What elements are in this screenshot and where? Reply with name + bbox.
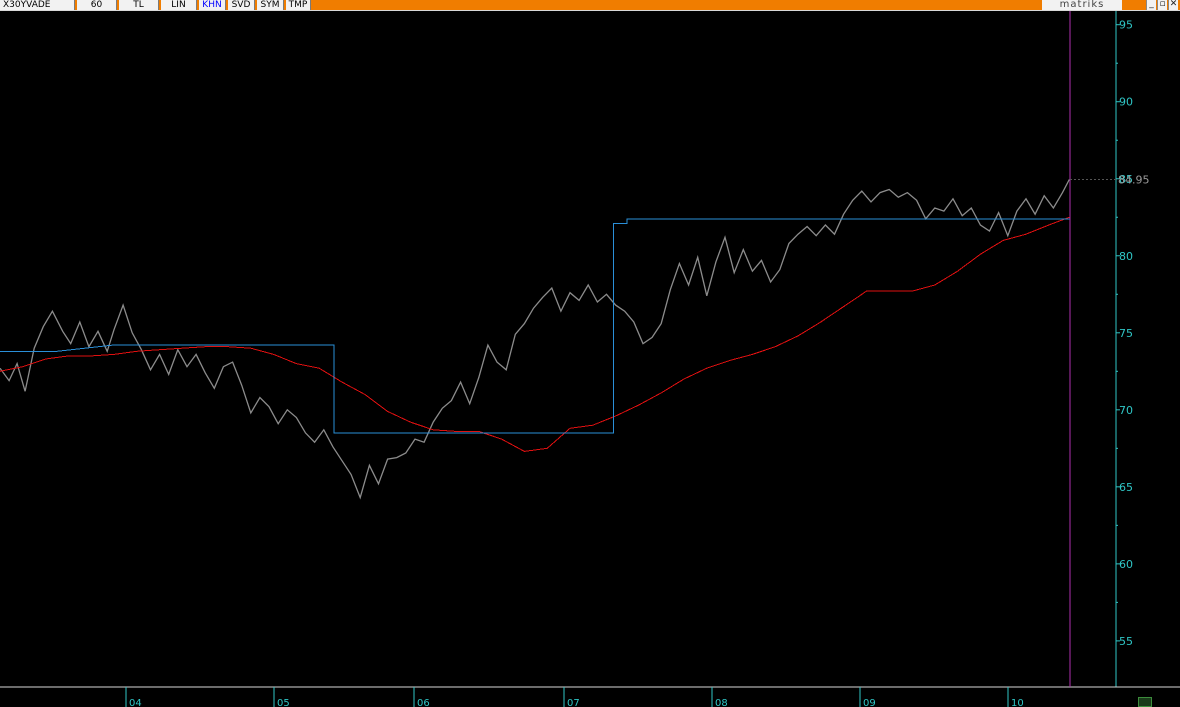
x-tick-label: 05 — [277, 698, 290, 707]
minimize-icon[interactable]: _ — [1146, 0, 1156, 10]
y-tick-label: 95 — [1119, 19, 1133, 32]
mode-field[interactable]: KHN — [199, 0, 226, 10]
y-tick-label: 80 — [1119, 250, 1133, 263]
currency-field[interactable]: TL — [119, 0, 159, 10]
price-chart: 556065707580859095 04 05 06 07 08 09 10 84.95 — [0, 11, 1180, 707]
x-axis-ticks: 04 05 06 07 08 09 10 — [125, 687, 1024, 707]
x-tick-label: 07 — [567, 698, 580, 707]
chart-series — [0, 179, 1070, 500]
x-tick-label: 10 — [1011, 698, 1024, 707]
period-field[interactable]: 60 — [77, 0, 117, 10]
y-tick-label: 70 — [1119, 404, 1133, 417]
y-tick-label: 75 — [1119, 327, 1133, 340]
x-tick-label: 08 — [715, 698, 728, 707]
last-value-label: 84.95 — [1118, 174, 1150, 187]
tmp-button[interactable]: TMP — [286, 0, 311, 10]
restore-icon[interactable]: ▫ — [1157, 0, 1167, 10]
y-tick-label: 55 — [1119, 635, 1133, 648]
y-tick-label: 60 — [1119, 558, 1133, 571]
close-icon[interactable]: ✕ — [1168, 0, 1178, 10]
blue-indicator-line — [0, 218, 1070, 434]
brand-logo: matriks — [1042, 0, 1122, 10]
sym-button[interactable]: SYM — [257, 0, 284, 10]
y-tick-label: 90 — [1119, 96, 1133, 109]
x-tick-label: 09 — [863, 698, 876, 707]
svd-button[interactable]: SVD — [228, 0, 255, 10]
status-icon[interactable] — [1138, 697, 1152, 707]
scale-field[interactable]: LIN — [161, 0, 197, 10]
x-tick-label: 06 — [417, 698, 430, 707]
x-tick-label: 04 — [129, 698, 142, 707]
y-axis-ticks: 556065707580859095 — [1116, 19, 1133, 648]
symbol-field[interactable]: X30YVADE — [0, 0, 75, 10]
toolbar: X30YVADE 60 TL LIN KHN SVD SYM TMP matri… — [0, 0, 1180, 11]
y-tick-label: 65 — [1119, 481, 1133, 494]
red-indicator-line — [0, 216, 1070, 452]
